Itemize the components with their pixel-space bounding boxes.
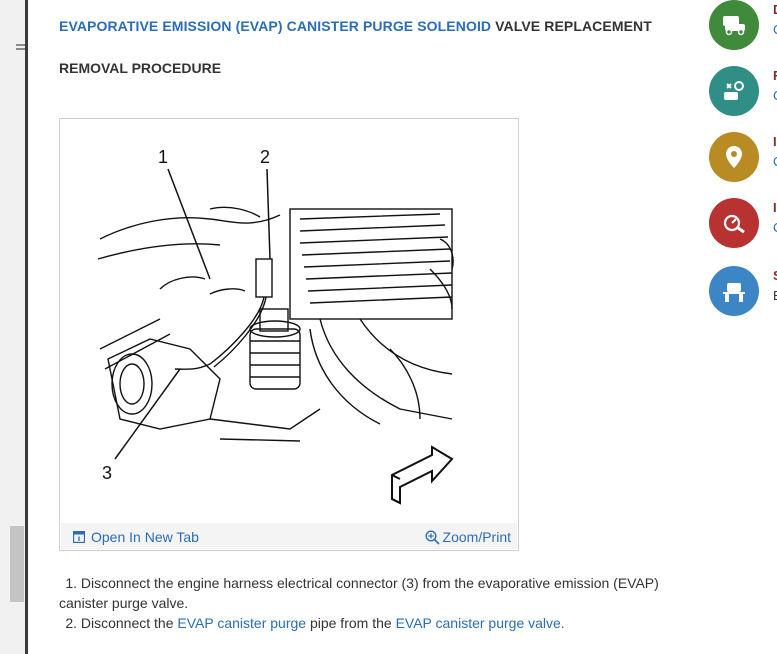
section-heading: REMOVAL PROCEDURE bbox=[59, 60, 222, 76]
open-in-new-tab-link[interactable]: Open In New Tab bbox=[73, 529, 199, 545]
location-pin-icon[interactable] bbox=[709, 132, 759, 182]
step-text: Disconnect the engine harness electrical… bbox=[59, 575, 659, 611]
zoom-icon bbox=[425, 529, 440, 545]
side-sub: E bbox=[773, 288, 777, 303]
side-label: F bbox=[773, 68, 777, 83]
side-sub[interactable]: C bbox=[773, 22, 777, 37]
scrollbar-thumb[interactable] bbox=[10, 526, 24, 602]
side-label: I bbox=[773, 200, 777, 215]
step-number: 2. bbox=[65, 615, 77, 631]
title-link[interactable]: EVAPORATIVE EMISSION (EVAP) CANISTER PUR… bbox=[59, 18, 491, 34]
diagnostic-icon[interactable] bbox=[709, 198, 759, 248]
open-tab-label: Open In New Tab bbox=[91, 529, 199, 545]
side-sub[interactable]: C bbox=[773, 220, 777, 235]
step-item: 2. Disconnect the EVAP canister purge pi… bbox=[59, 613, 699, 633]
callout-3: 3 bbox=[102, 463, 112, 483]
side-label: D bbox=[773, 2, 777, 17]
direction-arrow bbox=[391, 445, 454, 505]
callout-2: 2 bbox=[260, 147, 270, 167]
content-border bbox=[25, 0, 28, 654]
evap-canister-purge-valve-link[interactable]: EVAP canister purge valve. bbox=[396, 615, 565, 631]
side-label: I bbox=[773, 134, 777, 149]
title-rest: VALVE REPLACEMENT bbox=[491, 18, 652, 34]
step-item: 1. Disconnect the engine harness electri… bbox=[59, 573, 699, 613]
gutter-tick bbox=[16, 48, 25, 50]
engine-illustration[interactable]: 1 2 3 bbox=[60, 119, 518, 523]
vehicle-lift-icon[interactable] bbox=[709, 266, 759, 316]
side-sub[interactable]: C bbox=[773, 154, 777, 169]
zoom-label: Zoom/Print bbox=[442, 529, 511, 545]
step-number: 1. bbox=[65, 575, 77, 591]
figure-toolbar: Open In New Tab Zoom/Print bbox=[61, 523, 517, 549]
callout-1: 1 bbox=[158, 147, 168, 167]
left-gutter bbox=[0, 0, 28, 654]
side-label: S bbox=[773, 268, 777, 283]
procedure-steps: 1. Disconnect the engine harness electri… bbox=[59, 573, 699, 633]
evap-canister-purge-link[interactable]: EVAP canister purge bbox=[177, 615, 306, 631]
open-tab-icon bbox=[73, 531, 85, 543]
car-service-icon[interactable] bbox=[709, 0, 759, 50]
step-text-middle: pipe from the bbox=[306, 615, 396, 631]
gutter-tick bbox=[16, 44, 25, 46]
side-sub[interactable]: C bbox=[773, 88, 777, 103]
page-title: EVAPORATIVE EMISSION (EVAP) CANISTER PUR… bbox=[59, 18, 652, 34]
zoom-print-link[interactable]: Zoom/Print bbox=[425, 529, 511, 545]
step-text-before: Disconnect the bbox=[80, 615, 178, 631]
illustration-figure: 1 2 3 Open In New Tab Zoom/Print bbox=[59, 118, 519, 551]
parts-icon[interactable] bbox=[709, 66, 759, 116]
